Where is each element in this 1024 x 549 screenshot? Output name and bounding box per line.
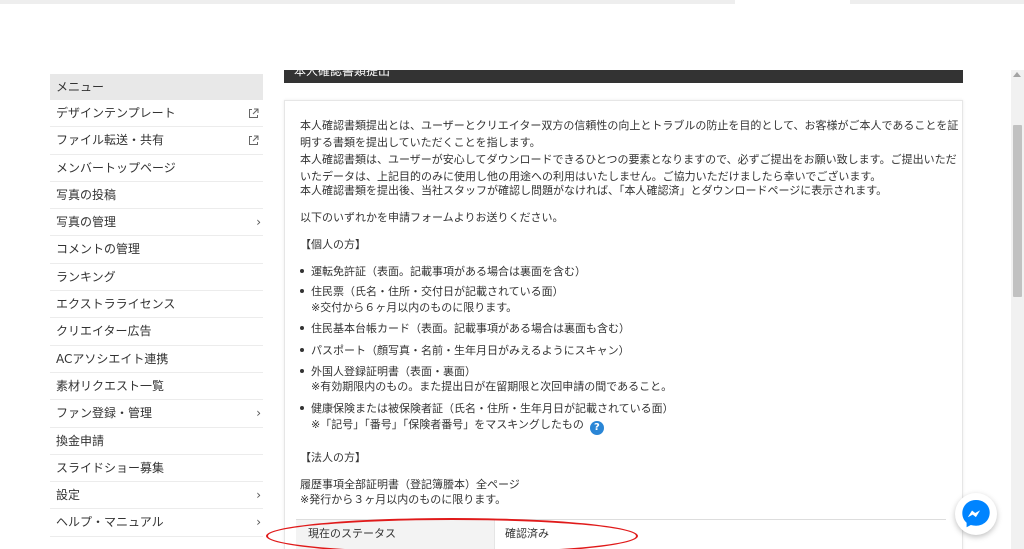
document-item: 住民票（氏名・住所・交付日が記載されている面）	[300, 283, 564, 299]
section-header: 本人確認書類提出	[284, 70, 963, 83]
sidebar-item-label: 写真の管理	[56, 215, 117, 230]
individual-heading: 【個人の方】	[300, 238, 366, 251]
document-note-text: ※「記号」「番号」「保険者番号」をマスキングしたもの	[311, 418, 584, 431]
document-item-text: 住民基本台帳カード（表面。記載事項がある場合は裏面も含む）	[311, 322, 630, 335]
instruction-text: 以下のいずれかを申請フォームよりお送りください。	[300, 211, 564, 224]
external-link-icon	[249, 135, 259, 146]
sidebar-item-label: ヘルプ・マニュアル	[56, 515, 164, 530]
sidebar-item-ranking[interactable]: ランキング	[50, 264, 263, 292]
sidebar-item-label: 設定	[56, 488, 81, 503]
scroll-up-arrow-icon[interactable]	[1013, 72, 1021, 77]
document-item-text: 健康保険または被保険者証（氏名・住所・生年月日が記載されている面）	[311, 402, 674, 415]
sidebar-item-label: メンバートップページ	[56, 160, 176, 175]
document-note: ※有効期限内のもの。また提出日が在留期限と次回申請の間であること。	[311, 380, 673, 393]
sidebar-item-photo-manage[interactable]: 写真の管理 ›	[50, 209, 263, 237]
document-item-text: パスポート（顔写真・名前・生年月日がみえるようにスキャン）	[311, 344, 630, 357]
section-title: 本人確認書類提出	[294, 70, 391, 78]
document-item: パスポート（顔写真・名前・生年月日がみえるようにスキャン）	[300, 342, 630, 358]
chevron-right-icon: ›	[256, 406, 261, 421]
messenger-icon	[962, 500, 990, 528]
sidebar-item-ac-associate[interactable]: ACアソシエイト連携	[50, 346, 263, 373]
chevron-right-icon: ›	[256, 215, 261, 230]
corporate-heading: 【法人の方】	[300, 451, 366, 464]
sidebar-item-member-top[interactable]: メンバートップページ	[50, 155, 263, 182]
messenger-chat-button[interactable]	[955, 493, 997, 535]
intro-line: 本人確認書類は、ユーザーが安心してダウンロードできるひとつの要素となりますので、…	[300, 153, 957, 166]
sidebar-item-label: デザインテンプレート	[56, 106, 176, 120]
sidebar-item-fan-registration[interactable]: ファン登録・管理 ›	[50, 400, 263, 428]
sidebar-item-label: エクストラライセンス	[56, 297, 176, 312]
sidebar-item-comments[interactable]: コメントの管理	[50, 236, 263, 264]
sidebar-item-material-request[interactable]: 素材リクエスト一覧	[50, 373, 263, 401]
document-item: 住民基本台帳カード（表面。記載事項がある場合は裏面も含む）	[300, 320, 630, 336]
sidebar-item-label: ファン登録・管理	[56, 406, 153, 421]
status-value: 確認済み	[494, 520, 946, 549]
sidebar: メニュー デザインテンプレート ファイル転送・共有 メンバートップページ 写真の…	[50, 74, 263, 537]
browser-top-area	[0, 0, 1024, 70]
status-table: 現在のステータス 確認済み	[296, 519, 946, 549]
sidebar-item-creator-ads[interactable]: クリエイター広告	[50, 318, 263, 346]
sidebar-item-label: コメントの管理	[56, 242, 141, 257]
document-item: 運転免許証（表面。記載事項がある場合は裏面を含む）	[300, 263, 586, 279]
sidebar-item-label: 写真の投稿	[56, 187, 117, 202]
chevron-right-icon: ›	[256, 488, 261, 503]
document-item-text: 運転免許証（表面。記載事項がある場合は裏面を含む）	[311, 265, 586, 278]
chevron-right-icon: ›	[256, 515, 261, 530]
help-icon[interactable]: ?	[589, 421, 604, 435]
corporate-line: 履歴事項全部証明書（登記簿謄本）全ページ	[300, 478, 520, 491]
document-item-text: 住民票（氏名・住所・交付日が記載されている面）	[311, 285, 564, 298]
status-label: 現在のステータス	[296, 520, 494, 549]
sidebar-item-payout-request[interactable]: 換金申請	[50, 428, 263, 455]
sidebar-item-label: 素材リクエスト一覧	[56, 378, 165, 393]
intro-line: 本人確認書類を提出後、当社スタッフが確認し問題がなければ、「本人確認済」とダウン…	[300, 184, 888, 197]
document-item: 外国人登録証明書（表面・裏面）	[300, 363, 476, 379]
external-link-icon	[249, 108, 259, 118]
sidebar-item-label: ACアソシエイト連携	[56, 351, 169, 366]
intro-line: 明する書類を提出していただくことを指します。	[300, 136, 541, 149]
sidebar-item-photo-upload[interactable]: 写真の投稿	[50, 182, 263, 210]
document-item: 健康保険または被保険者証（氏名・住所・生年月日が記載されている面）	[300, 400, 674, 416]
sidebar-item-label: スライドショー募集	[56, 460, 165, 475]
intro-line: 本人確認書類提出とは、ユーザーとクリエイター双方の信頼性の向上とトラブルの防止を…	[300, 119, 959, 132]
sidebar-item-label: クリエイター広告	[56, 324, 152, 339]
corporate-note: ※発行から３ヶ月以内のものに限ります。	[300, 493, 507, 506]
menu-header: メニュー	[50, 74, 263, 100]
sidebar-item-design-template[interactable]: デザインテンプレート	[50, 100, 263, 128]
scrollbar-thumb[interactable]	[1013, 125, 1022, 297]
document-item-text: 外国人登録証明書（表面・裏面）	[311, 365, 476, 378]
sidebar-item-file-transfer[interactable]: ファイル転送・共有	[50, 127, 263, 155]
sidebar-item-label: 換金申請	[56, 433, 105, 448]
sidebar-item-settings[interactable]: 設定 ›	[50, 482, 263, 510]
sidebar-item-label: ランキング	[56, 269, 116, 284]
sidebar-item-help[interactable]: ヘルプ・マニュアル ›	[50, 509, 263, 537]
sidebar-item-label: ファイル転送・共有	[56, 133, 165, 148]
sidebar-item-slideshow[interactable]: スライドショー募集	[50, 455, 263, 483]
sidebar-item-extra-license[interactable]: エクストラライセンス	[50, 291, 263, 319]
document-note: ※「記号」「番号」「保険者番号」をマスキングしたもの?	[311, 416, 604, 435]
top-edge	[0, 0, 1024, 4]
document-note: ※交付から６ヶ月以内のものに限ります。	[311, 301, 518, 314]
